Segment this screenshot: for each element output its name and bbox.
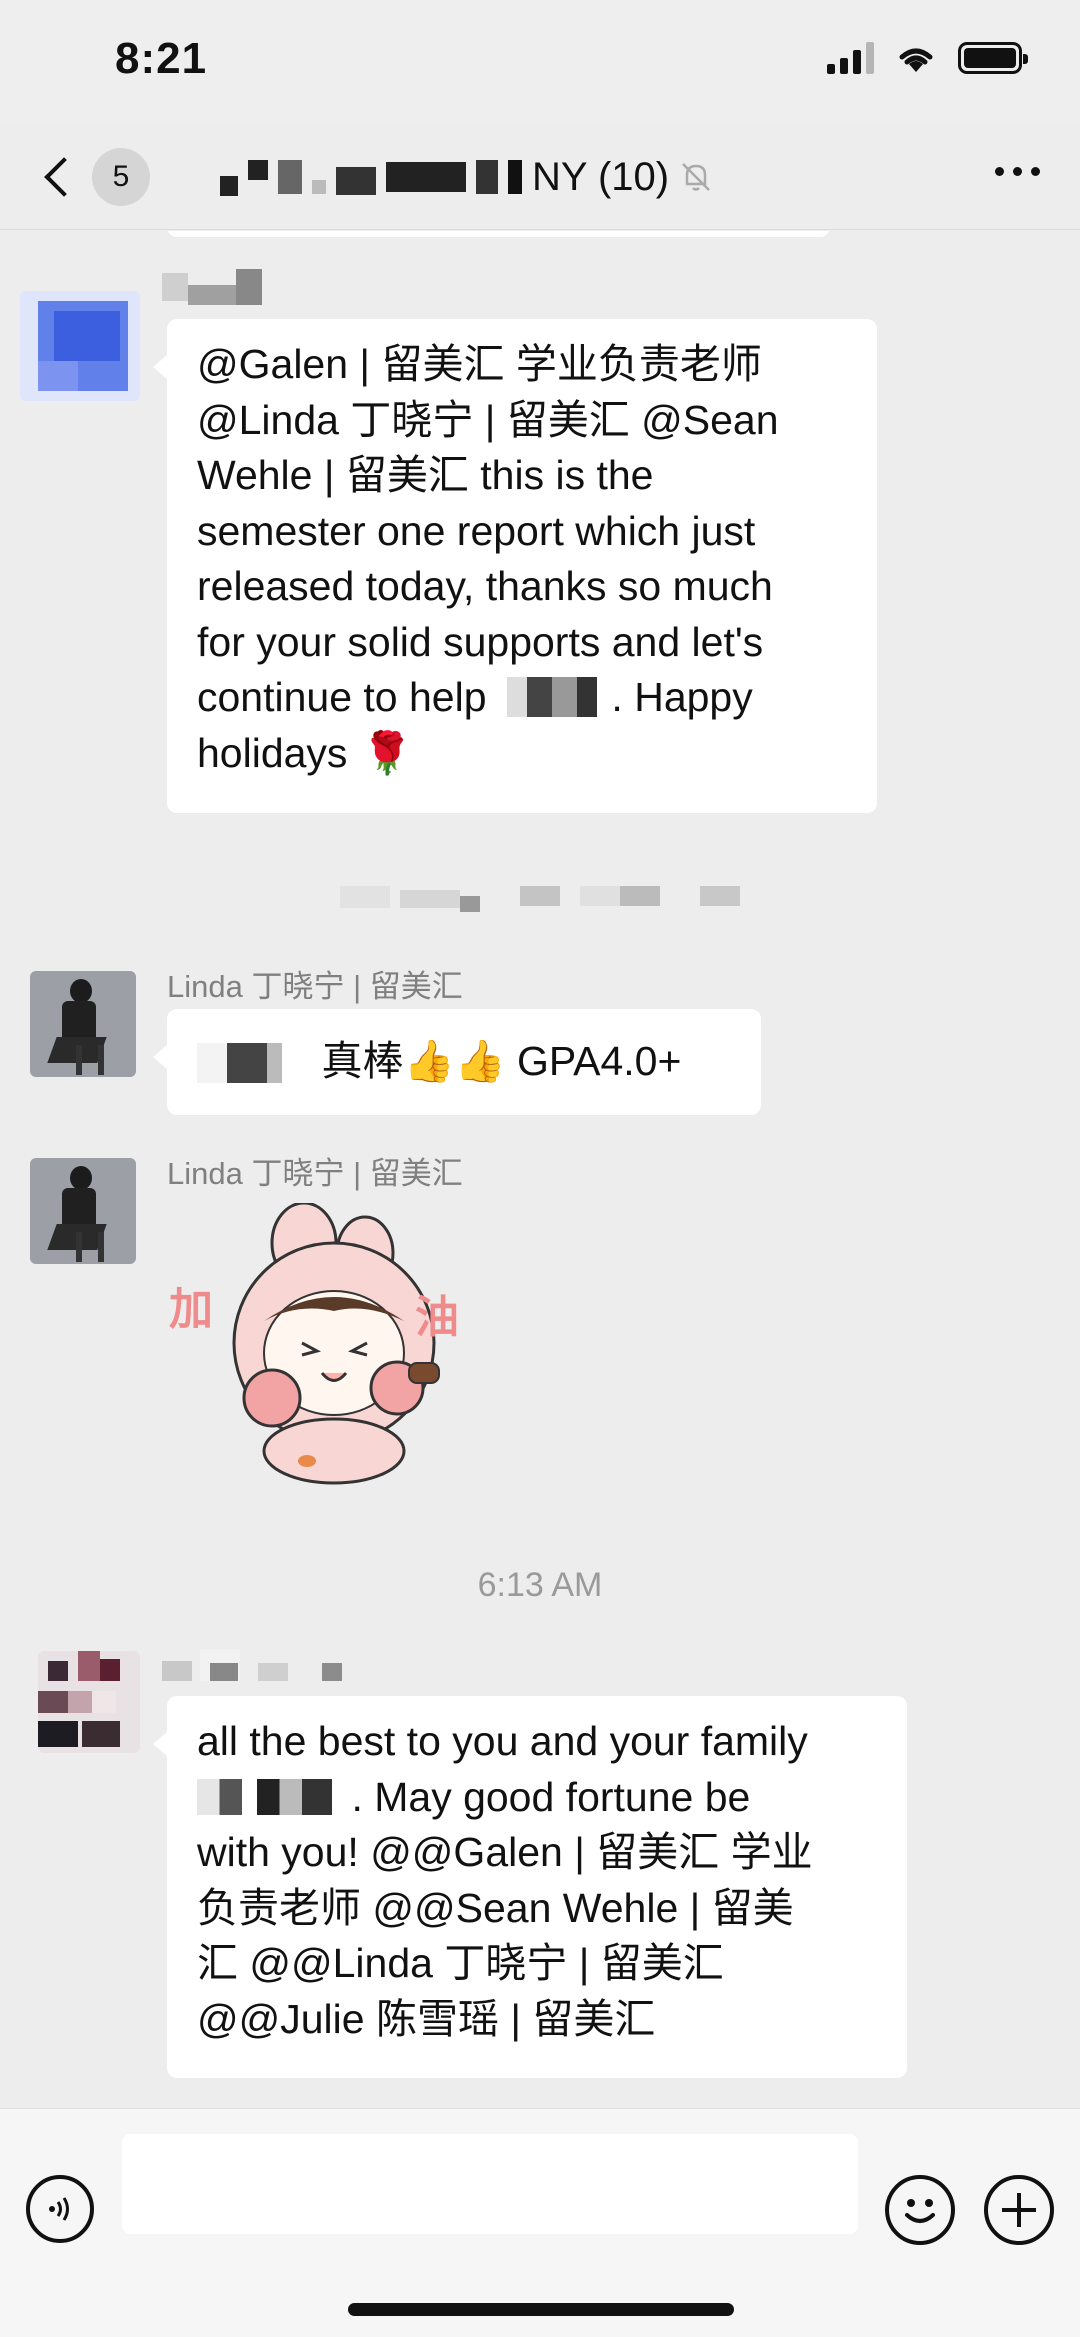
message-bubble[interactable]: 真棒👍👍 GPA4.0+ <box>153 1009 761 1115</box>
redacted-title-block <box>220 176 238 196</box>
message-list[interactable]: @Galen | 留美汇 学业负责老师 @Linda 丁晓宁 | 留美汇 @Se… <box>0 231 1080 2108</box>
rose-emoji: 🌹 <box>361 729 413 776</box>
message-text: 真棒👍👍 GPA4.0+ <box>321 1038 682 1084</box>
dot <box>1013 167 1022 176</box>
battery-icon <box>958 42 1028 74</box>
cheer-sticker[interactable]: 加 油 <box>167 1201 477 1493</box>
home-indicator[interactable] <box>348 2303 734 2316</box>
smiley-face-icon <box>905 2199 935 2223</box>
sticker-text-right: 油 <box>415 1293 459 1342</box>
sticker-illustration <box>232 1201 440 1485</box>
status-time: 8:21 <box>115 34 208 83</box>
message-input[interactable] <box>122 2134 858 2234</box>
wifi-icon <box>899 48 933 72</box>
back-button[interactable]: 5 <box>30 145 150 209</box>
redacted-title-block <box>312 180 326 194</box>
nav-bar: 5 NY (10) <box>0 125 1080 230</box>
redacted-title-block <box>336 167 376 195</box>
emoji-button[interactable] <box>885 2175 955 2245</box>
redacted-name-block <box>197 1778 347 1815</box>
timestamp: 6:13 AM <box>477 1566 603 1604</box>
redacted-title-block <box>248 160 268 180</box>
mute-bell-icon <box>682 163 710 191</box>
message-text: @Galen | 留美汇 学业负责老师 @Linda 丁晓宁 | 留美汇 @Se… <box>197 341 779 720</box>
chat-title[interactable]: NY (10) <box>220 147 713 207</box>
more-options-button[interactable] <box>995 167 1040 176</box>
sender-name: Linda 丁晓宁 | 留美汇 <box>167 1156 463 1191</box>
redacted-title-block <box>278 160 302 194</box>
sticker-text-left: 加 <box>169 1285 213 1334</box>
message-text-head: all the best to you and your family <box>197 1718 808 1764</box>
voice-input-button[interactable] <box>26 2175 94 2243</box>
avatar[interactable] <box>38 1651 140 1753</box>
sender-name: Linda 丁晓宁 | 留美汇 <box>167 969 463 1004</box>
message-bubble[interactable]: all the best to you and your family . Ma… <box>153 1696 907 2078</box>
unread-count-badge: 5 <box>92 148 150 206</box>
redacted-system-notice <box>340 886 740 912</box>
status-icons <box>827 42 1028 74</box>
dot <box>995 167 1004 176</box>
message-text: with you! @@Galen | 留美汇 学业 负责老师 @@Sean W… <box>197 1829 813 2042</box>
redacted-name-block <box>197 1043 297 1083</box>
cellular-signal-icon <box>827 42 874 74</box>
message-bubble[interactable]: @Galen | 留美汇 学业负责老师 @Linda 丁晓宁 | 留美汇 @Se… <box>153 319 877 813</box>
chat-screen: 8:21 5 NY (10) @Galen | 留美汇 学业负责老师 @Lind… <box>0 0 1080 2337</box>
plus-icon <box>1002 2193 1036 2227</box>
linda-avatar[interactable] <box>30 971 136 1077</box>
redacted-sender-name <box>162 269 262 307</box>
redacted-title-block <box>386 162 466 192</box>
linda-avatar[interactable] <box>30 1158 136 1264</box>
redacted-sender-name <box>162 1649 342 1687</box>
chevron-left-icon <box>44 157 84 197</box>
redacted-name-block <box>506 677 607 717</box>
avatar[interactable] <box>20 291 140 401</box>
more-actions-button[interactable] <box>984 2175 1054 2245</box>
redacted-title-block <box>476 160 498 194</box>
redacted-title-block <box>508 160 522 194</box>
dot <box>1031 167 1040 176</box>
input-bar <box>0 2108 1080 2337</box>
message-text-after-name: . May good fortune be <box>351 1773 751 1820</box>
chat-title-text: NY (10) <box>532 154 670 199</box>
previous-message-bubble[interactable] <box>167 231 830 237</box>
voice-wave-icon <box>49 2197 69 2221</box>
status-bar: 8:21 <box>0 0 1080 125</box>
